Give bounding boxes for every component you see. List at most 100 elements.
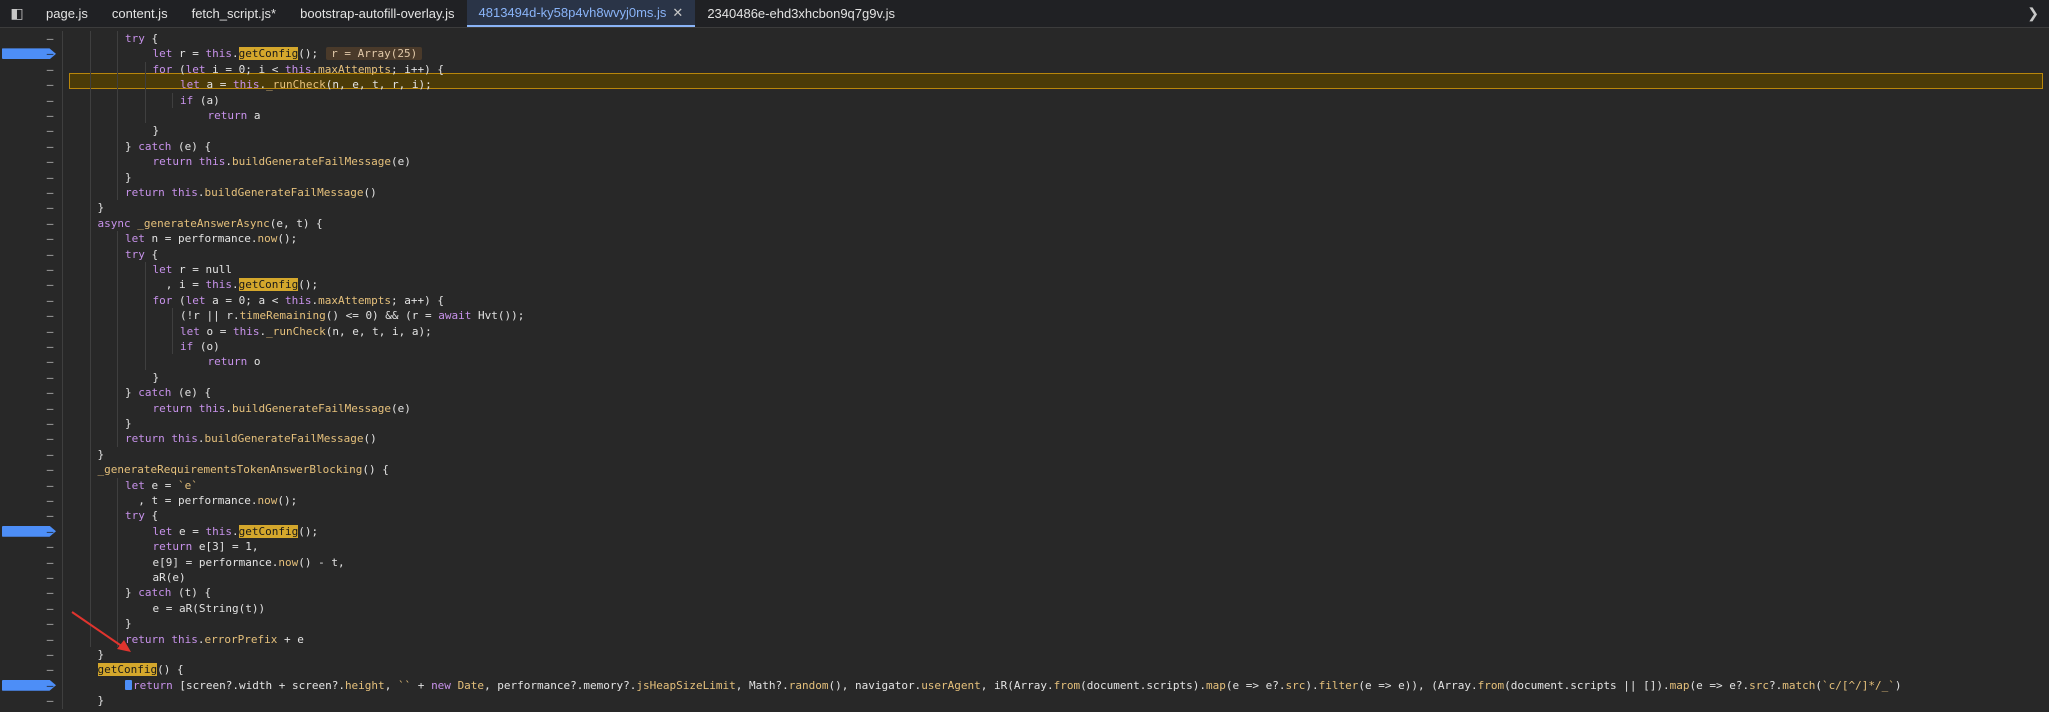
code-line[interactable]: – let o = this._runCheck(n, e, t, i, a); — [0, 324, 2049, 339]
code-line[interactable]: – e[9] = performance.now() - t, — [0, 555, 2049, 570]
gutter-line-marker[interactable]: – — [44, 647, 56, 662]
code-line[interactable]: – try { — [0, 247, 2049, 262]
code-line[interactable]: –} — [0, 709, 2049, 712]
gutter-line-marker[interactable]: – — [44, 678, 56, 693]
gutter-line-marker[interactable]: – — [44, 709, 56, 712]
code-line[interactable]: – let e = `e` — [0, 478, 2049, 493]
code-line[interactable]: – if (o) — [0, 339, 2049, 354]
code-line[interactable]: – async _generateAnswerAsync(e, t) { — [0, 216, 2049, 231]
gutter-line-marker[interactable]: – — [44, 231, 56, 246]
gutter-line-marker[interactable]: – — [44, 108, 56, 123]
code-line[interactable]: – return this.buildGenerateFailMessage() — [0, 431, 2049, 446]
gutter-line-marker[interactable]: – — [44, 123, 56, 138]
code-line[interactable]: –} — [0, 616, 2049, 631]
gutter-line-marker[interactable]: – — [44, 401, 56, 416]
gutter-line-marker[interactable]: – — [44, 524, 56, 539]
gutter-line-marker[interactable]: – — [44, 431, 56, 446]
code-line[interactable]: – for (let a = 0; a < this.maxAttempts; a… — [0, 293, 2049, 308]
code-line[interactable]: – return a — [0, 108, 2049, 123]
gutter-line-marker[interactable]: – — [44, 308, 56, 323]
gutter-line-marker[interactable]: – — [44, 539, 56, 554]
tab-4813494d-js[interactable]: 4813494d-ky58p4vh8wvyj0ms.js ✕ — [466, 0, 696, 27]
code-line[interactable]: – let n = performance.now(); — [0, 231, 2049, 246]
gutter-line-marker[interactable]: – — [44, 585, 56, 600]
code-line[interactable]: – let a = this._runCheck(n, e, t, r, i); — [0, 77, 2049, 92]
gutter-line-marker[interactable]: – — [44, 570, 56, 585]
code-line[interactable]: –} catch (t) { — [0, 585, 2049, 600]
gutter-line-marker[interactable]: – — [44, 324, 56, 339]
code-line[interactable]: – let r = null — [0, 262, 2049, 277]
gutter-line-marker[interactable]: – — [44, 493, 56, 508]
gutter-line-marker[interactable]: – — [44, 339, 56, 354]
gutter-line-marker[interactable]: – — [44, 354, 56, 369]
code-line[interactable]: –} — [0, 170, 2049, 185]
code-line[interactable]: – try { — [0, 31, 2049, 46]
gutter-line-marker[interactable]: – — [44, 508, 56, 523]
gutter-line-marker[interactable]: – — [44, 447, 56, 462]
gutter-line-marker[interactable]: – — [44, 555, 56, 570]
gutter-line-marker[interactable]: – — [44, 31, 56, 46]
code-line[interactable]: – , i = this.getConfig(); — [0, 277, 2049, 292]
code-line[interactable]: – return o — [0, 354, 2049, 369]
code-line[interactable]: – _generateRequirementsTokenAnswerBlockin… — [0, 462, 2049, 477]
gutter-line-marker[interactable]: – — [44, 200, 56, 215]
gutter-line-marker[interactable]: – — [44, 293, 56, 308]
gutter-line-marker[interactable]: – — [44, 154, 56, 169]
code-line[interactable]: –} — [0, 447, 2049, 462]
tab-content-js[interactable]: content.js — [100, 0, 180, 27]
code-line[interactable]: –} — [0, 647, 2049, 662]
gutter-line-marker[interactable]: – — [44, 170, 56, 185]
code-line[interactable]: – aR(e) — [0, 570, 2049, 585]
gutter-line-marker[interactable]: – — [44, 262, 56, 277]
gutter-line-marker[interactable]: – — [44, 370, 56, 385]
code-line[interactable]: –} catch (e) { — [0, 385, 2049, 400]
code-line[interactable]: – return this.errorPrefix + e — [0, 632, 2049, 647]
gutter-line-marker[interactable]: – — [44, 385, 56, 400]
gutter-line-marker[interactable]: – — [44, 247, 56, 262]
gutter-line-marker[interactable]: – — [44, 62, 56, 77]
code-line[interactable]: – e = aR(String(t)) — [0, 601, 2049, 616]
code-line[interactable]: –} — [0, 123, 2049, 138]
code-line[interactable]: – , t = performance.now(); — [0, 493, 2049, 508]
code-line[interactable]: –} — [0, 370, 2049, 385]
gutter-line-marker[interactable]: – — [44, 93, 56, 108]
code-line[interactable]: –} — [0, 693, 2049, 708]
code-line[interactable]: – let r = this.getConfig(); r = Array(25) — [0, 46, 2049, 61]
tab-2340486e-js[interactable]: 2340486e-ehd3xhcbon9q7g9v.js — [695, 0, 907, 27]
gutter-line-marker[interactable]: – — [44, 216, 56, 231]
code-line[interactable]: – return this.buildGenerateFailMessage(e) — [0, 154, 2049, 169]
panel-toggle-icon[interactable]: ◧ — [0, 0, 34, 27]
gutter-line-marker[interactable]: – — [44, 46, 56, 61]
code-line[interactable]: – let e = this.getConfig(); — [0, 524, 2049, 539]
code-editor[interactable]: – try {– let r = this.getConfig(); r = Arra… — [0, 27, 2049, 712]
gutter-line-marker[interactable]: – — [44, 77, 56, 92]
code-line[interactable]: –} — [0, 416, 2049, 431]
gutter-line-marker[interactable]: – — [44, 139, 56, 154]
gutter-line-marker[interactable]: – — [44, 185, 56, 200]
code-line[interactable]: – return this.buildGenerateFailMessage(e) — [0, 401, 2049, 416]
gutter-line-marker[interactable]: – — [44, 616, 56, 631]
code-line[interactable]: – return this.buildGenerateFailMessage() — [0, 185, 2049, 200]
code-line[interactable]: –} — [0, 200, 2049, 215]
code-line[interactable]: – return [screen?.width + screen?.height,… — [0, 678, 2049, 693]
close-icon[interactable]: ✕ — [672, 5, 683, 21]
gutter-line-marker[interactable]: – — [44, 462, 56, 477]
chevron-right-icon[interactable]: ❯ — [2027, 0, 2039, 27]
gutter-line-marker[interactable]: – — [44, 478, 56, 493]
code-line[interactable]: – for (let i = 0; i < this.maxAttempts; i… — [0, 62, 2049, 77]
code-line[interactable]: – getConfig() { — [0, 662, 2049, 677]
code-line[interactable]: – (!r || r.timeRemaining() <= 0) && (r = … — [0, 308, 2049, 323]
code-line[interactable]: – return e[3] = 1, — [0, 539, 2049, 554]
gutter-line-marker[interactable]: – — [44, 693, 56, 708]
code-line[interactable]: –} catch (e) { — [0, 139, 2049, 154]
code-line[interactable]: – try { — [0, 508, 2049, 523]
gutter-line-marker[interactable]: – — [44, 277, 56, 292]
tab-page-js[interactable]: page.js — [34, 0, 100, 27]
gutter-line-marker[interactable]: – — [44, 662, 56, 677]
tab-fetch-script-js[interactable]: fetch_script.js* — [180, 0, 289, 27]
gutter-line-marker[interactable]: – — [44, 601, 56, 616]
tab-bootstrap-autofill-overlay-js[interactable]: bootstrap-autofill-overlay.js — [288, 0, 466, 27]
gutter-line-marker[interactable]: – — [44, 416, 56, 431]
code-line[interactable]: – if (a) — [0, 93, 2049, 108]
gutter-line-marker[interactable]: – — [44, 632, 56, 647]
